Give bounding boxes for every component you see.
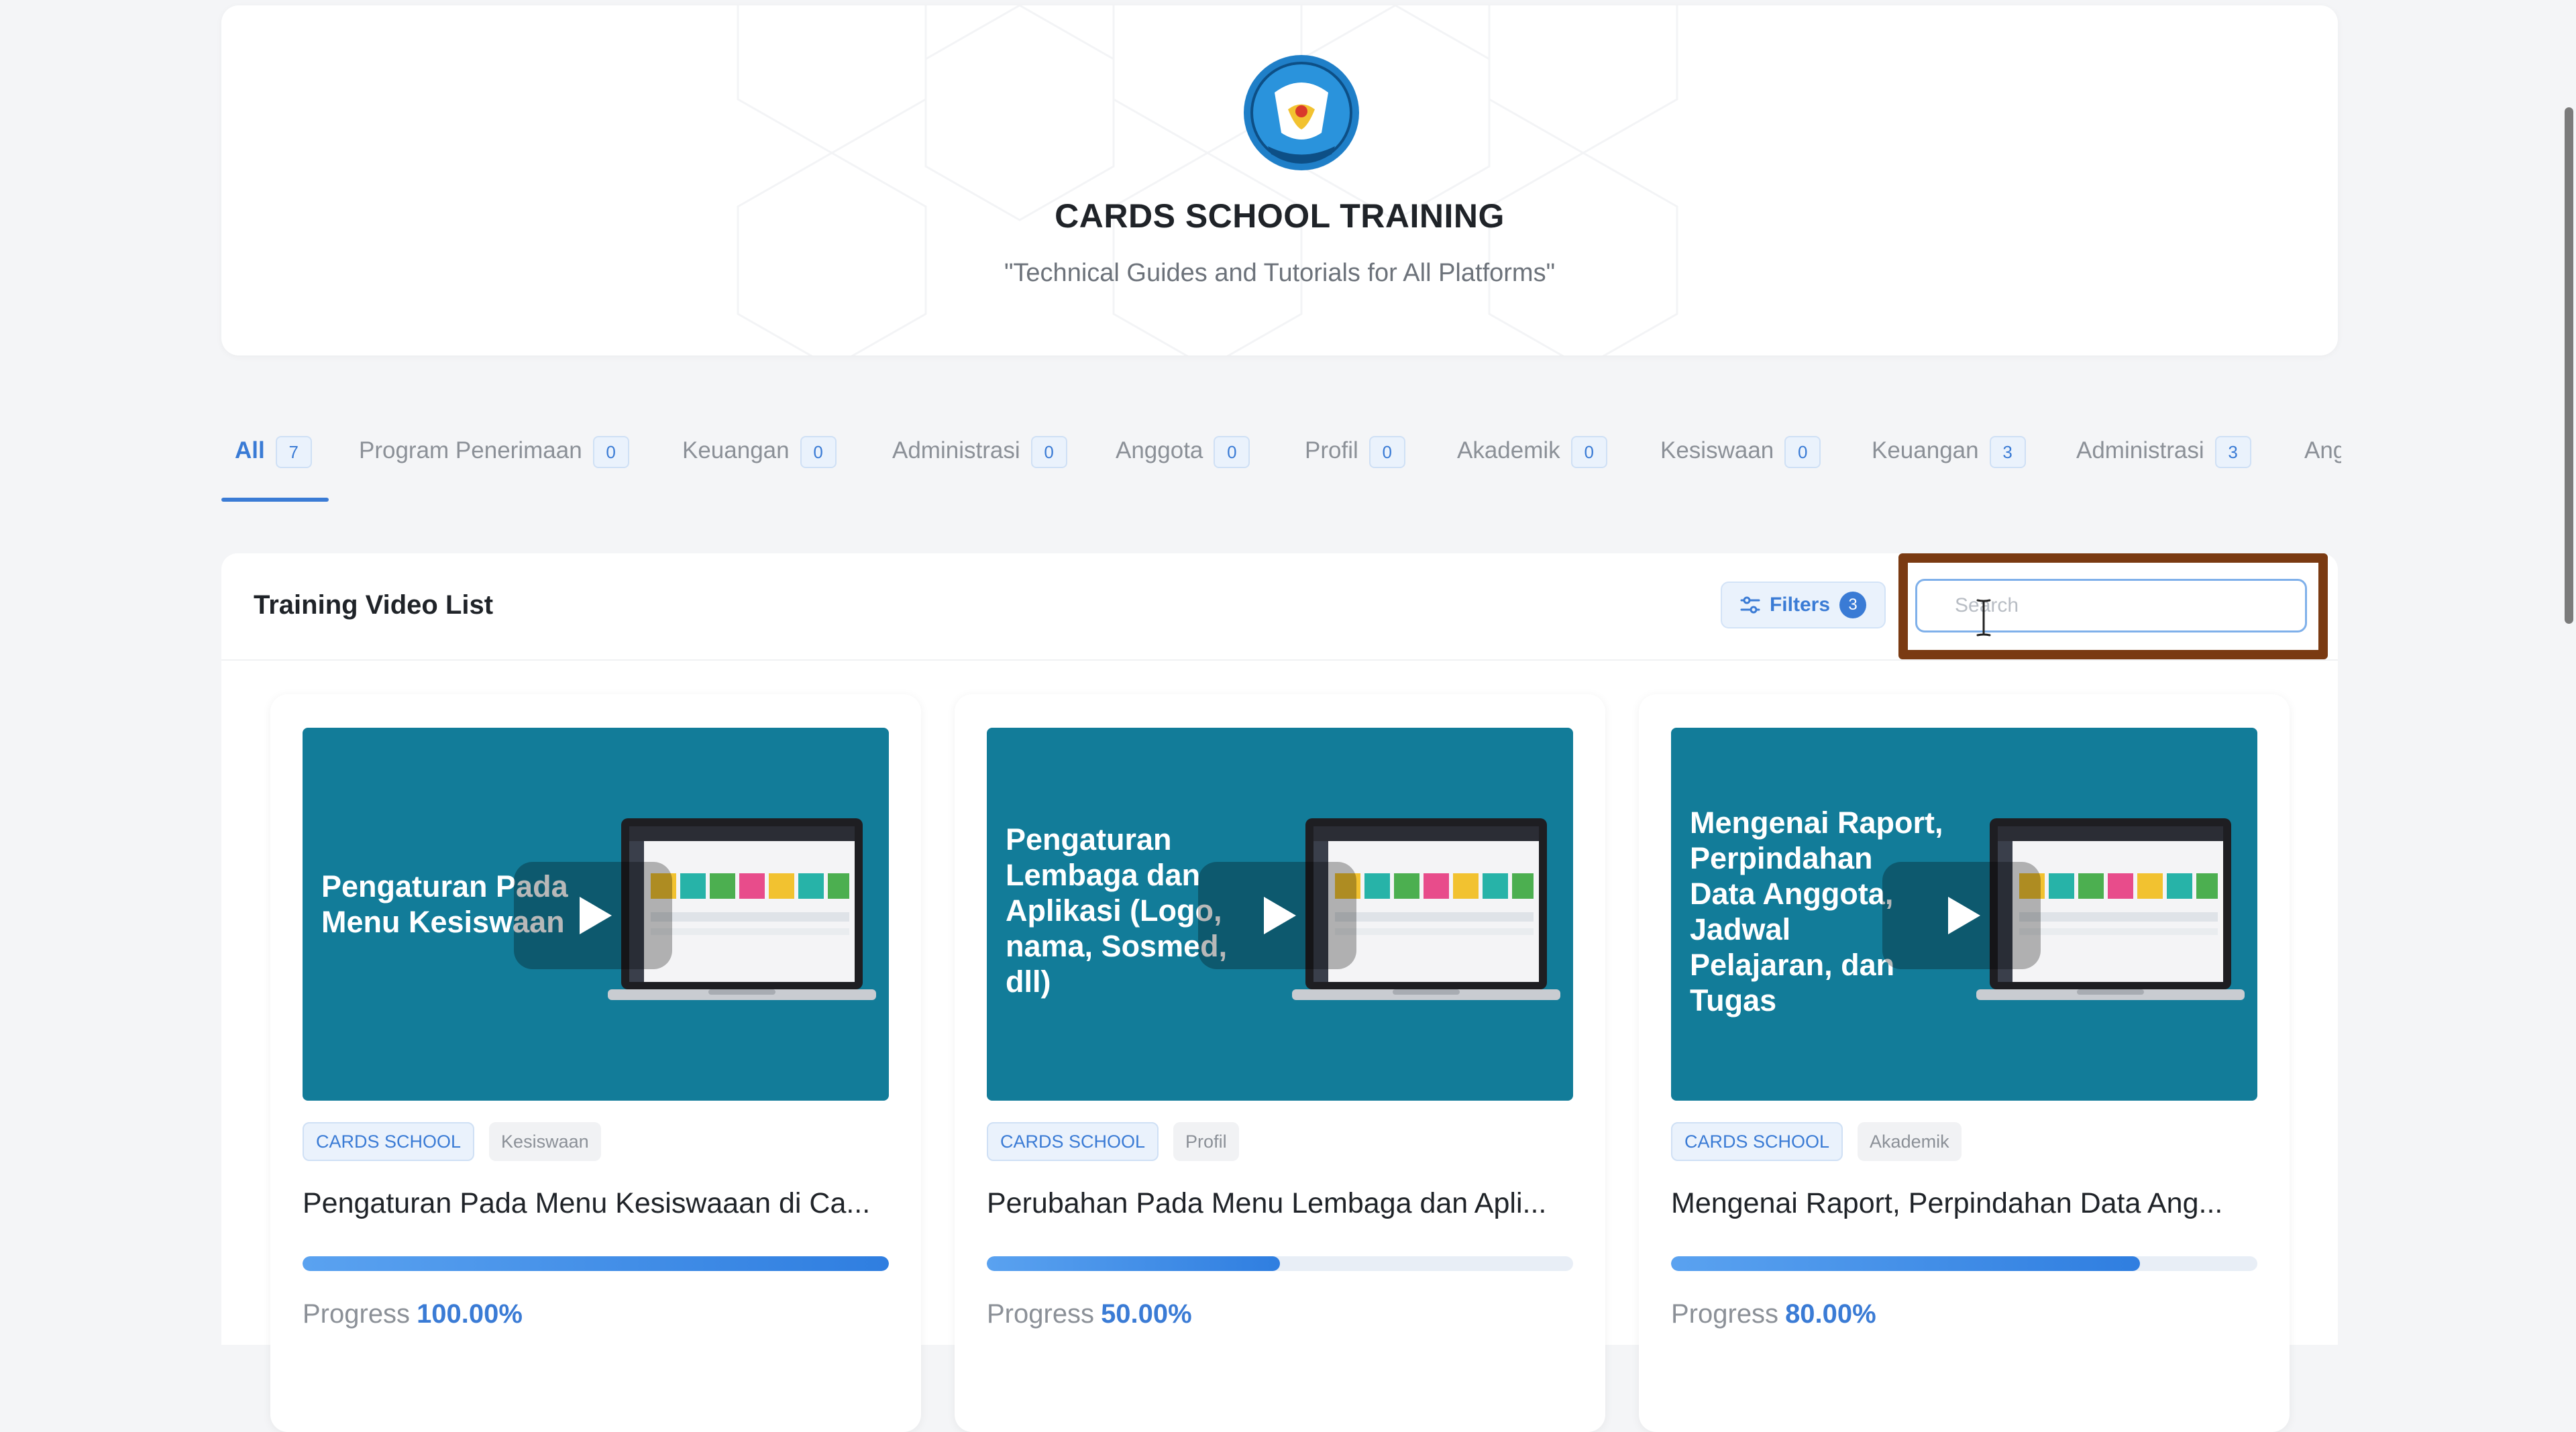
tab-anggota[interactable]: Anggota 0 [1116, 423, 1250, 503]
tag-category: Kesiswaan [489, 1122, 601, 1161]
tag-platform: CARDS SCHOOL [987, 1122, 1159, 1161]
category-tabs: All 7 Program Penerimaan 0 Keuangan 0 Ad… [221, 423, 2341, 503]
tab-anggota-2[interactable]: Anggota [2304, 423, 2341, 503]
video-card[interactable]: Pengaturan Lembaga dan Aplikasi (Logo, n… [955, 694, 1605, 1432]
text-cursor-icon [1976, 599, 1991, 637]
page-title: CARDS SCHOOL TRAINING [1055, 197, 1505, 235]
progress-label: Progress [303, 1299, 411, 1329]
tag-category: Profil [1173, 1122, 1239, 1161]
page-scrollbar[interactable] [2561, 0, 2576, 1345]
tab-program-penerimaan[interactable]: Program Penerimaan 0 [359, 423, 629, 503]
tab-kesiswaan[interactable]: Kesiswaan 0 [1660, 423, 1821, 503]
tab-count-badge: 0 [1784, 436, 1821, 468]
progress-label: Progress [1671, 1299, 1779, 1329]
scrollbar-thumb[interactable] [2565, 107, 2573, 624]
card-title[interactable]: Mengenai Raport, Perpindahan Data Ang... [1671, 1187, 2261, 1220]
progress-text: Progress 50.00% [987, 1299, 1192, 1329]
tab-profil[interactable]: Profil 0 [1305, 423, 1405, 503]
tab-count-badge: 3 [1989, 436, 2026, 468]
filter-sliders-icon [1740, 596, 1760, 614]
tab-count-badge: 0 [1368, 436, 1405, 468]
training-video-panel: Training Video List Filters 3 Pengaturan… [221, 553, 2338, 1432]
tag-platform: CARDS SCHOOL [1671, 1122, 1843, 1161]
card-title[interactable]: Pengaturan Pada Menu Kesiswaaan di Ca... [303, 1187, 893, 1220]
progress-bar [1671, 1256, 2257, 1271]
tab-label: Profil [1305, 437, 1358, 463]
tab-label: Anggota [2304, 437, 2341, 463]
card-title[interactable]: Perubahan Pada Menu Lembaga dan Apli... [987, 1187, 1577, 1220]
tab-label: Keuangan [682, 437, 790, 463]
card-tags: CARDS SCHOOL Akademik [1671, 1122, 1962, 1161]
video-thumbnail[interactable]: Pengaturan Lembaga dan Aplikasi (Logo, n… [987, 728, 1573, 1101]
card-tags: CARDS SCHOOL Profil [987, 1122, 1239, 1161]
tab-label: Administrasi [892, 437, 1020, 463]
progress-label: Progress [987, 1299, 1095, 1329]
tab-label: Anggota [1116, 437, 1203, 463]
tab-label: All [235, 437, 265, 463]
tab-administrasi[interactable]: Administrasi 0 [892, 423, 1067, 503]
video-card[interactable]: Mengenai Raport, Perpindahan Data Anggot… [1639, 694, 2290, 1432]
tab-count-badge: 0 [1030, 436, 1067, 468]
play-icon[interactable] [514, 862, 672, 969]
tab-all[interactable]: All 7 [221, 423, 329, 503]
card-tags: CARDS SCHOOL Kesiswaan [303, 1122, 601, 1161]
tab-count-badge: 0 [1214, 436, 1250, 468]
tag-platform: CARDS SCHOOL [303, 1122, 475, 1161]
tab-label: Akademik [1457, 437, 1560, 463]
tab-label: Keuangan [1872, 437, 1979, 463]
panel-title: Training Video List [254, 590, 494, 620]
tag-category: Akademik [1858, 1122, 1962, 1161]
play-icon[interactable] [1882, 862, 2041, 969]
progress-fill [303, 1256, 889, 1271]
progress-bar [303, 1256, 889, 1271]
video-card[interactable]: Pengaturan Pada Menu Kesiswaan [270, 694, 921, 1432]
active-tab-indicator [221, 498, 329, 502]
filters-label: Filters [1769, 594, 1831, 616]
progress-text: Progress 80.00% [1671, 1299, 1876, 1329]
tab-count-badge: 3 [2214, 436, 2251, 468]
tab-administrasi-2[interactable]: Administrasi 3 [2076, 423, 2251, 503]
tab-keuangan[interactable]: Keuangan 0 [682, 423, 837, 503]
tab-count-badge: 0 [800, 436, 837, 468]
tab-label: Program Penerimaan [359, 437, 582, 463]
tab-label: Administrasi [2076, 437, 2204, 463]
video-thumbnail[interactable]: Pengaturan Pada Menu Kesiswaan [303, 728, 889, 1101]
progress-value: 80.00% [1785, 1299, 1876, 1329]
tut-wuri-handayani-logo [1244, 55, 1359, 170]
progress-text: Progress 100.00% [303, 1299, 523, 1329]
filters-button[interactable]: Filters 3 [1721, 582, 1886, 628]
video-thumbnail[interactable]: Mengenai Raport, Perpindahan Data Anggot… [1671, 728, 2257, 1101]
tab-count-badge: 0 [1570, 436, 1607, 468]
progress-fill [987, 1256, 1280, 1271]
progress-value: 100.00% [417, 1299, 523, 1329]
play-icon[interactable] [1198, 862, 1356, 969]
page-subtitle: "Technical Guides and Tutorials for All … [1004, 259, 1556, 287]
tab-count-badge: 7 [275, 436, 312, 468]
panel-header: Training Video List Filters 3 [221, 553, 2338, 661]
tab-label: Kesiswaan [1660, 437, 1774, 463]
tab-akademik[interactable]: Akademik 0 [1457, 423, 1607, 503]
tab-keuangan-2[interactable]: Keuangan 3 [1872, 423, 2026, 503]
filters-count-badge: 3 [1839, 592, 1867, 618]
progress-fill [1671, 1256, 2141, 1271]
progress-value: 50.00% [1101, 1299, 1192, 1329]
header-card: CARDS SCHOOL TRAINING "Technical Guides … [221, 5, 2338, 355]
progress-bar [987, 1256, 1573, 1271]
tab-count-badge: 0 [592, 436, 629, 468]
